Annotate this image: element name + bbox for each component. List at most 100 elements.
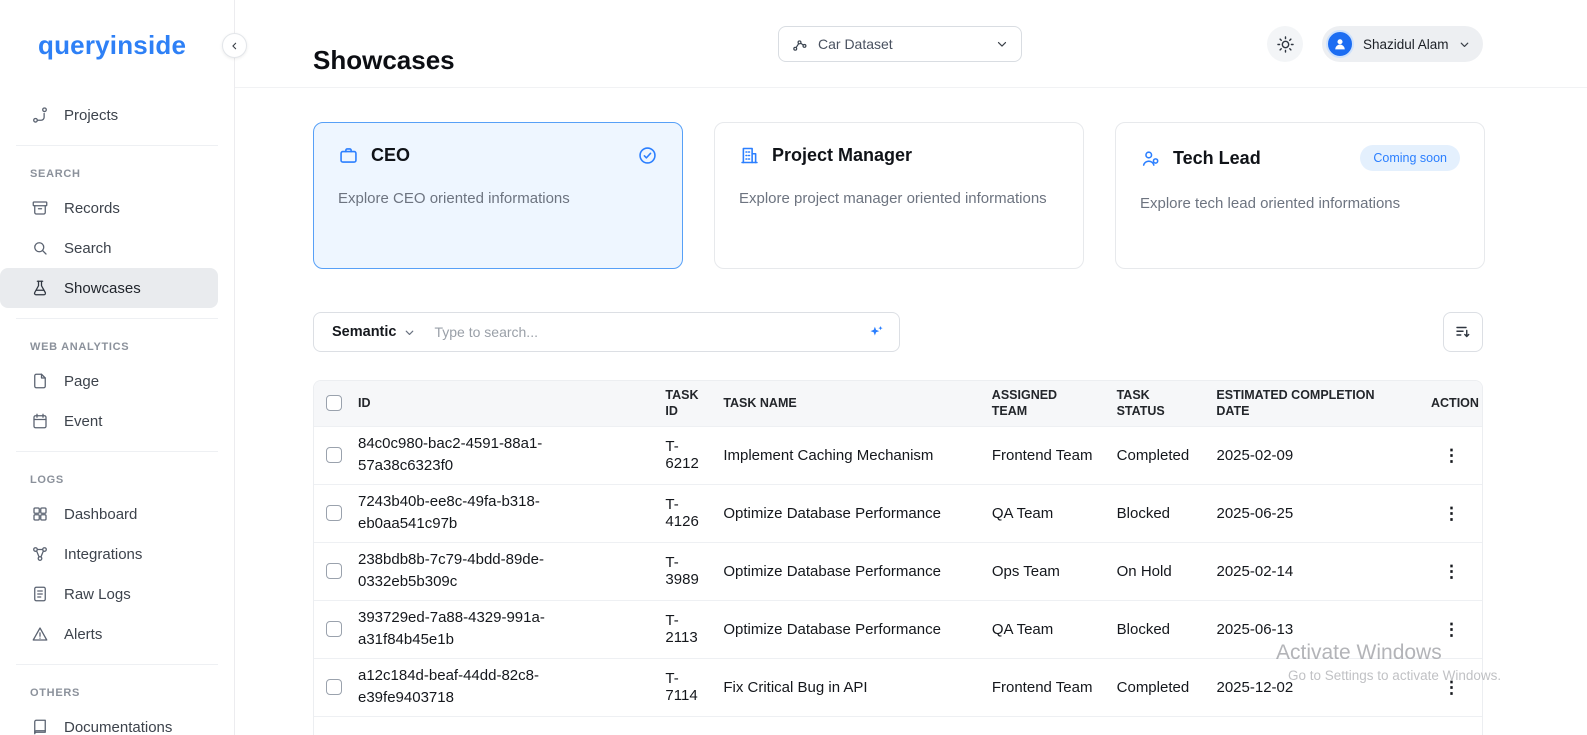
row-checkbox[interactable] (326, 621, 342, 637)
select-all-checkbox[interactable] (326, 395, 342, 411)
row-actions-button[interactable]: ⋮ (1435, 501, 1468, 526)
page-title: Showcases (313, 45, 455, 76)
header-estimated-completion-date: ESTIMATED COMPLETION DATE (1206, 381, 1421, 426)
table-row: 84c0c980-bac2-4591-88a1-57a38c6323f0 T-6… (314, 426, 1482, 484)
cell-id: 393729ed-7a88-4329-991a-a31f84b45e1b (358, 607, 570, 652)
card-project-manager[interactable]: Project Manager Explore project manager … (714, 122, 1084, 269)
sidebar-item-alerts[interactable]: Alerts (0, 614, 234, 654)
projects-icon (30, 105, 50, 125)
dataset-selector[interactable]: Car Dataset (778, 26, 1022, 62)
card-description: Explore tech lead oriented informations (1140, 192, 1460, 215)
role-cards: CEO Explore CEO oriented informations Pr… (313, 122, 1485, 269)
page-icon (30, 371, 50, 391)
row-checkbox[interactable] (326, 505, 342, 521)
header-task-name: TASK NAME (713, 389, 981, 417)
sidebar-item-projects[interactable]: Projects (0, 95, 234, 135)
row-actions-button[interactable]: ⋮ (1435, 443, 1468, 468)
theme-toggle-button[interactable] (1267, 26, 1303, 62)
divider (16, 318, 218, 319)
search-mode-select[interactable]: Semantic (324, 324, 426, 340)
sidebar-section-logs: LOGS (0, 462, 234, 494)
search-bar: Semantic (313, 312, 900, 352)
sidebar-section-others: OTHERS (0, 675, 234, 707)
sparkle-icon (867, 323, 885, 341)
row-checkbox[interactable] (326, 447, 342, 463)
user-name: Shazidul Alam (1363, 37, 1449, 52)
sidebar-item-label: Documentations (64, 719, 172, 735)
sidebar-item-integrations[interactable]: Integrations (0, 534, 234, 574)
table-row: 393729ed-7a88-4329-991a-a31f84b45e1b T-2… (314, 600, 1482, 658)
header-task-id: TASK ID (655, 381, 713, 426)
cell-assigned-team: Frontend Team (982, 673, 1107, 702)
card-description: Explore project manager oriented informa… (739, 187, 1059, 210)
cell-id: 7243b40b-ee8c-49fa-b318-eb0aa541c97b (358, 491, 570, 536)
sidebar-item-label: Page (64, 373, 99, 390)
avatar (1326, 30, 1354, 58)
user-menu[interactable]: Shazidul Alam (1322, 26, 1483, 62)
table-row: 238bdb8b-7c79-4bdd-89de-0332eb5b309c T-3… (314, 542, 1482, 600)
chevron-down-icon (995, 37, 1009, 51)
cell-date: 2025-06-25 (1206, 499, 1421, 528)
table-filter-button[interactable] (1443, 312, 1483, 352)
cell-task-name: Optimize Database Performance (713, 615, 982, 644)
cell-date: 2025-12-02 (1206, 673, 1421, 702)
check-circle-icon (637, 145, 658, 166)
table-row: a12c184d-beaf-44dd-82c8-e39fe9403718 T-7… (314, 658, 1482, 716)
sidebar-item-label: Raw Logs (64, 586, 131, 603)
calendar-icon (30, 411, 50, 431)
cell-task-status: On Hold (1107, 557, 1207, 586)
sort-filter-icon (1454, 323, 1472, 341)
ceo-badge-icon (338, 145, 359, 166)
sidebar-item-label: Projects (64, 107, 118, 124)
cell-id: a12c184d-beaf-44dd-82c8-e39fe9403718 (358, 665, 570, 710)
card-tech-lead[interactable]: Tech Lead Coming soon Explore tech lead … (1115, 122, 1485, 269)
card-title: Project Manager (772, 145, 912, 166)
row-actions-button[interactable]: ⋮ (1435, 675, 1468, 700)
brand-logo: queryinside (38, 30, 234, 61)
cell-task-id: T-3989 (655, 548, 713, 594)
tasks-table: ID TASK ID TASK NAME ASSIGNED TEAM TASK … (313, 380, 1483, 735)
records-icon (30, 198, 50, 218)
row-checkbox[interactable] (326, 679, 342, 695)
card-ceo[interactable]: CEO Explore CEO oriented informations (313, 122, 683, 269)
sidebar-item-dashboard[interactable]: Dashboard (0, 494, 234, 534)
divider (16, 664, 218, 665)
header-id: ID (348, 389, 655, 417)
sidebar-item-raw-logs[interactable]: Raw Logs (0, 574, 234, 614)
cell-assigned-team: Ops Team (982, 557, 1107, 586)
search-mode-value: Semantic (332, 324, 396, 340)
cell-date: 2025-02-09 (1206, 441, 1421, 470)
sidebar: queryinside Projects SEARCH Records (0, 0, 235, 735)
search-input[interactable] (432, 323, 867, 341)
sidebar-item-documentations[interactable]: Documentations (0, 707, 234, 735)
header-assigned-team: ASSIGNED TEAM (982, 381, 1107, 426)
sidebar-collapse-button[interactable] (222, 33, 247, 58)
cell-date: 2025-06-13 (1206, 615, 1421, 644)
cell-date: 2025-02-14 (1206, 557, 1421, 586)
sidebar-item-page[interactable]: Page (0, 361, 234, 401)
table-row: 7243b40b-ee8c-49fa-b318-eb0aa541c97b T-4… (314, 484, 1482, 542)
sidebar-item-records[interactable]: Records (0, 188, 234, 228)
cell-assigned-team: QA Team (982, 615, 1107, 644)
sidebar-item-label: Showcases (64, 280, 141, 297)
cell-assigned-team: QA Team (982, 499, 1107, 528)
divider (16, 451, 218, 452)
dataset-selector-value: Car Dataset (818, 36, 893, 52)
document-lines-icon (30, 584, 50, 604)
sidebar-item-search[interactable]: Search (0, 228, 234, 268)
user-icon (1332, 36, 1348, 52)
search-icon (30, 238, 50, 258)
sidebar-item-showcases[interactable]: Showcases (0, 268, 218, 308)
sidebar-item-label: Integrations (64, 546, 142, 563)
row-actions-button[interactable]: ⋮ (1435, 559, 1468, 584)
row-checkbox[interactable] (326, 563, 342, 579)
sidebar-item-event[interactable]: Event (0, 401, 234, 441)
cell-task-status: Blocked (1107, 499, 1207, 528)
row-actions-button[interactable]: ⋮ (1435, 617, 1468, 642)
sidebar-item-label: Search (64, 240, 112, 257)
dataset-icon (791, 36, 808, 53)
cell-task-id: T-4126 (655, 490, 713, 536)
sidebar-item-label: Event (64, 413, 102, 430)
tech-lead-icon (1140, 148, 1161, 169)
sidebar-item-label: Records (64, 200, 120, 217)
